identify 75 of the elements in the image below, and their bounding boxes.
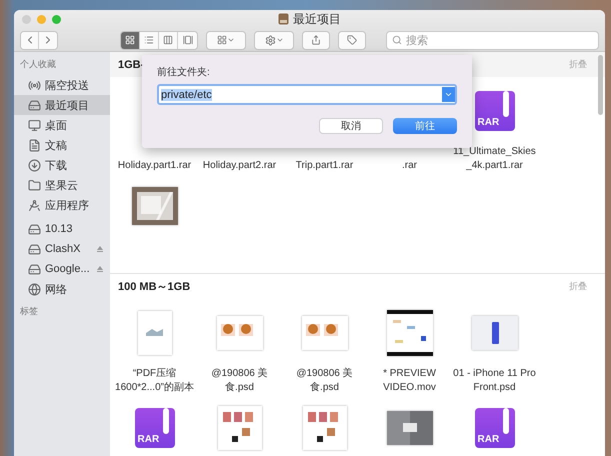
- gear-icon: [264, 34, 276, 46]
- file-name[interactable]: @190806 美 食.psd: [211, 367, 268, 395]
- sidebar-icon: [28, 178, 41, 192]
- caret-icon: [444, 90, 453, 99]
- eject-icon[interactable]: [96, 265, 104, 273]
- archive-icon[interactable]: RAR: [474, 91, 514, 131]
- scrollbar[interactable]: [598, 55, 603, 115]
- file-name[interactable]: .rar: [402, 145, 417, 173]
- caret-icon: [276, 36, 284, 44]
- image-thumbnail[interactable]: [386, 411, 432, 445]
- section-title: 1GB-: [118, 58, 144, 70]
- sidebar-icon: [28, 158, 41, 172]
- sidebar-icon: [28, 78, 41, 92]
- document-thumbnail[interactable]: [138, 311, 172, 355]
- sidebar-icon: [28, 118, 41, 132]
- gallery-icon: [182, 35, 192, 45]
- sidebar-item[interactable]: 隔空投送: [14, 75, 110, 95]
- sidebar-icon: [28, 198, 41, 212]
- tag-icon: [347, 35, 357, 45]
- file-name[interactable]: Holiday.part2.rar: [202, 145, 276, 173]
- image-thumbnail[interactable]: [472, 316, 518, 350]
- sidebar-icon: [28, 98, 41, 112]
- file-name[interactable]: 01 - iPhone 11 Pro Front.psd: [453, 367, 536, 395]
- grid-icon: [217, 35, 227, 45]
- sidebar-icon: [28, 282, 41, 296]
- image-thumbnail[interactable]: [218, 406, 262, 450]
- group-button[interactable]: [207, 32, 245, 48]
- cancel-button[interactable]: 取消: [319, 118, 383, 134]
- share-button[interactable]: [303, 32, 329, 48]
- file-name[interactable]: Trip.part1.rar: [296, 145, 354, 173]
- sidebar-heading: 标签: [19, 305, 39, 318]
- image-thumbnail[interactable]: [216, 316, 262, 350]
- file-name[interactable]: @190806 美 食.psd: [296, 367, 353, 395]
- dropdown-icon[interactable]: [442, 87, 455, 102]
- search-icon: [392, 35, 402, 45]
- settings-button[interactable]: [255, 32, 293, 48]
- share-icon: [311, 35, 321, 45]
- sidebar-icon: [28, 262, 41, 276]
- dialog-label: 前往文件夹:: [157, 66, 211, 79]
- sidebar-item[interactable]: ClashX: [14, 239, 110, 259]
- sidebar-icon: [28, 222, 41, 236]
- tag-button[interactable]: [339, 32, 365, 48]
- zoom-button[interactable]: [52, 15, 61, 24]
- sidebar-item[interactable]: 文稿: [14, 135, 110, 155]
- folder-path-field[interactable]: private/etc: [157, 84, 457, 105]
- view-mode-button[interactable]: [121, 32, 140, 48]
- caret-icon: [227, 36, 235, 44]
- columns-icon: [163, 35, 173, 45]
- sidebar-item[interactable]: 桌面: [14, 115, 110, 135]
- back-button[interactable]: [21, 32, 39, 48]
- archive-icon[interactable]: RAR: [474, 408, 514, 448]
- file-name[interactable]: * PREVIEW VIDEO.mov: [383, 367, 436, 395]
- sidebar-item[interactable]: Google...: [14, 259, 110, 279]
- file-name[interactable]: “PDF压缩 1600*2...0”的副本: [115, 367, 194, 395]
- window-title: 最近项目: [293, 10, 341, 28]
- sidebar-icon: [28, 242, 41, 256]
- sidebar-item[interactable]: 最近项目: [14, 95, 110, 115]
- eject-icon[interactable]: [96, 245, 104, 253]
- sidebar-item[interactable]: 10.13: [14, 219, 110, 239]
- image-thumbnail[interactable]: [302, 316, 348, 350]
- sidebar-heading: 个人收藏: [19, 58, 57, 71]
- sidebar-item[interactable]: 网络: [14, 279, 110, 299]
- video-thumbnail[interactable]: [386, 310, 432, 356]
- list-icon: [144, 35, 154, 45]
- file-name[interactable]: Holiday.part1.rar: [118, 145, 192, 173]
- drive-icon: [278, 13, 289, 25]
- sidebar-icon: [28, 138, 41, 152]
- image-thumbnail[interactable]: [302, 406, 346, 450]
- grid-icon: [125, 35, 135, 45]
- sidebar-item[interactable]: 下载: [14, 155, 110, 175]
- archive-icon[interactable]: RAR: [134, 408, 174, 448]
- sidebar-item[interactable]: 应用程序: [14, 195, 110, 215]
- section-title: 100 MB～1GB: [118, 280, 190, 294]
- file-name[interactable]: 11_Ultimate_Skies _4k.part1.rar: [453, 145, 536, 173]
- sidebar-item[interactable]: 坚果云: [14, 175, 110, 195]
